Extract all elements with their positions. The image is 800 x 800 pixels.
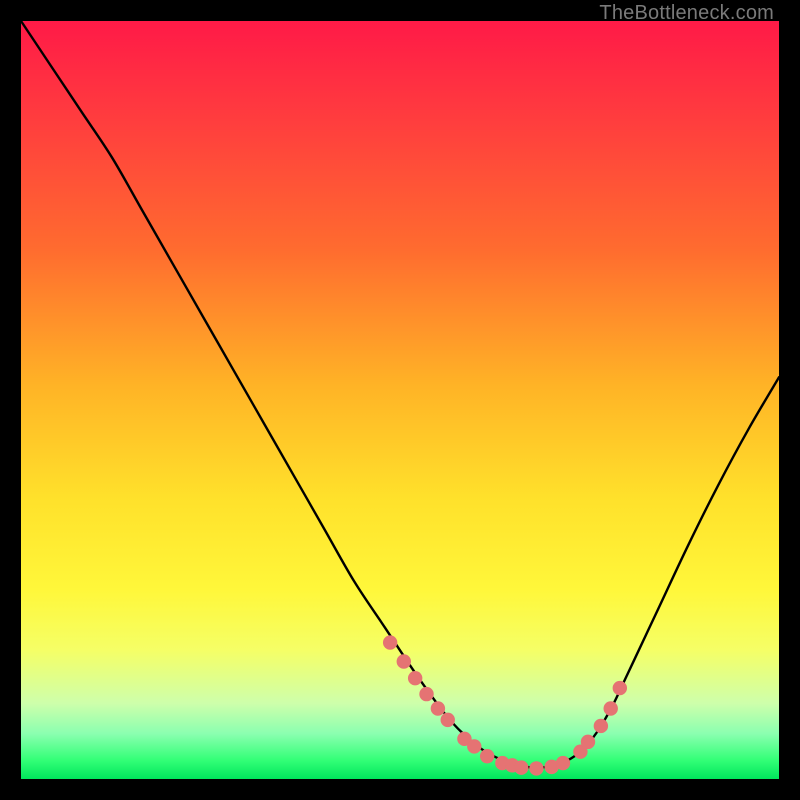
highlight-dot [480, 749, 494, 763]
plot-area [21, 21, 779, 779]
highlight-dot [529, 761, 543, 775]
highlight-dots [383, 635, 627, 775]
highlight-dot [408, 671, 422, 685]
highlight-dot [467, 739, 481, 753]
highlight-dot [604, 701, 618, 715]
highlight-dot [397, 654, 411, 668]
highlight-dot [594, 719, 608, 733]
chart-stage: TheBottleneck.com [0, 0, 800, 800]
highlight-dot [441, 713, 455, 727]
highlight-dot [581, 735, 595, 749]
highlight-dot [556, 756, 570, 770]
highlight-dot [383, 635, 397, 649]
highlight-dot [431, 701, 445, 715]
curve-svg [21, 21, 779, 779]
highlight-dot [419, 687, 433, 701]
highlight-dot [514, 760, 528, 774]
highlight-dot [613, 681, 627, 695]
